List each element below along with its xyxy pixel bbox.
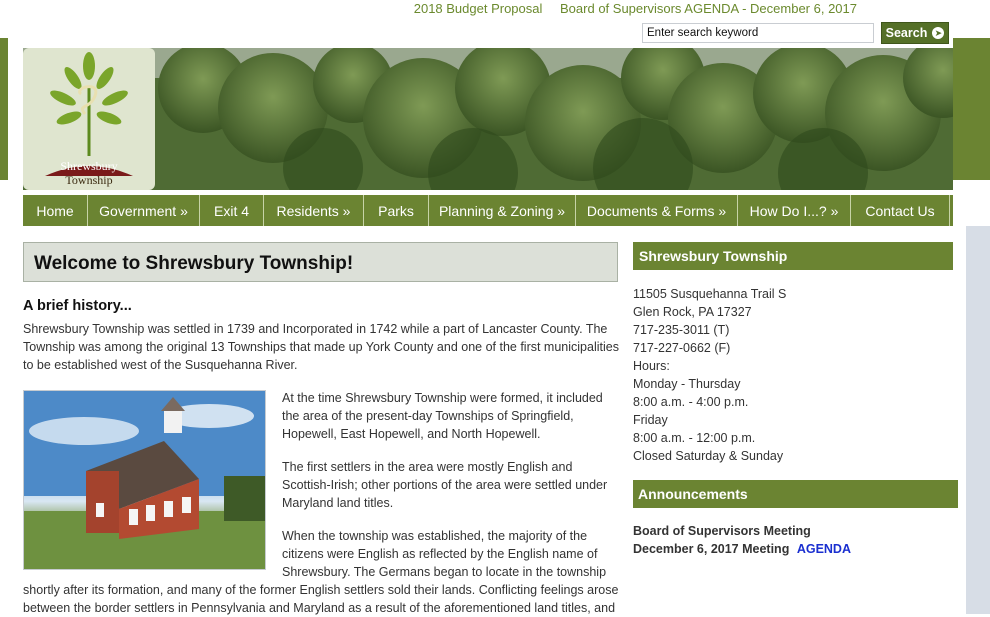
history-paragraph-3: The first settlers in the area were most… xyxy=(282,460,608,510)
agenda-announcement-link[interactable]: AGENDA xyxy=(797,542,851,556)
nav-how-do-i[interactable]: How Do I...? » xyxy=(738,195,851,226)
nav-documents-forms[interactable]: Documents & Forms » xyxy=(576,195,738,226)
nav-parks[interactable]: Parks xyxy=(364,195,429,226)
logo-text-shrewsbury: Shrewsbury xyxy=(60,159,118,173)
hours-time-1: 8:00 a.m. - 4:00 p.m. xyxy=(633,395,749,409)
township-contact-info: 11505 Susquehanna Trail S Glen Rock, PA … xyxy=(633,285,786,465)
hours-days-2: Friday xyxy=(633,413,668,427)
top-links: 2018 Budget Proposal Board of Supervisor… xyxy=(400,1,857,16)
hours-label: Hours: xyxy=(633,359,670,373)
history-paragraph-2: At the time Shrewsbury Township were for… xyxy=(282,391,603,441)
fax-line: 717-227-0662 (F) xyxy=(633,341,731,355)
right-page-margin xyxy=(966,226,990,614)
nav-home[interactable]: Home xyxy=(23,195,88,226)
history-paragraph-1: Shrewsbury Township was settled in 1739 … xyxy=(23,322,619,372)
arrow-right-icon: ➤ xyxy=(932,27,945,39)
search-input[interactable] xyxy=(642,23,874,43)
history-paragraph-4: When the township was established, the m… xyxy=(282,529,607,579)
budget-proposal-link[interactable]: 2018 Budget Proposal xyxy=(414,1,543,16)
header-banner-image xyxy=(23,48,953,190)
nav-exit-4[interactable]: Exit 4 xyxy=(200,195,264,226)
announcement-date: December 6, 2017 Meeting xyxy=(633,542,790,556)
tree-logo-icon xyxy=(50,52,128,156)
agenda-link[interactable]: Board of Supervisors AGENDA - December 6… xyxy=(560,1,857,16)
history-paragraph-5: shortly after its formation, and many of… xyxy=(23,583,619,615)
search-button-label: Search xyxy=(885,26,928,40)
address-line: 11505 Susquehanna Trail S xyxy=(633,287,787,301)
city-line: Glen Rock, PA 17327 xyxy=(633,305,752,319)
logo[interactable]: Shrewsbury Township xyxy=(23,48,155,190)
schoolhouse-image xyxy=(23,390,266,570)
search-button[interactable]: Search ➤ xyxy=(881,22,949,44)
hours-closed: Closed Saturday & Sunday xyxy=(633,449,784,463)
nav-government[interactable]: Government » xyxy=(88,195,200,226)
logo-text-township: Township xyxy=(65,173,113,187)
announcements-heading: Announcements xyxy=(633,480,958,508)
left-accent-band xyxy=(0,38,8,180)
nav-planning-zoning[interactable]: Planning & Zoning » xyxy=(429,195,576,226)
township-info-heading: Shrewsbury Township xyxy=(633,242,953,270)
main-navigation: Home Government » Exit 4 Residents » Par… xyxy=(23,195,953,226)
hours-days-1: Monday - Thursday xyxy=(633,377,741,391)
nav-contact-us[interactable]: Contact Us xyxy=(851,195,950,226)
right-accent-band xyxy=(953,38,990,180)
forest-image xyxy=(23,48,953,190)
phone-line: 717-235-3011 (T) xyxy=(633,323,730,337)
welcome-heading: Welcome to Shrewsbury Township! xyxy=(23,242,618,282)
hours-time-2: 8:00 a.m. - 12:00 p.m. xyxy=(633,431,756,445)
announcement-detail: December 6, 2017 Meeting AGENDA xyxy=(633,542,851,556)
brief-history-heading: A brief history... xyxy=(23,298,132,314)
announcement-title: Board of Supervisors Meeting xyxy=(633,524,811,538)
nav-residents[interactable]: Residents » xyxy=(264,195,364,226)
